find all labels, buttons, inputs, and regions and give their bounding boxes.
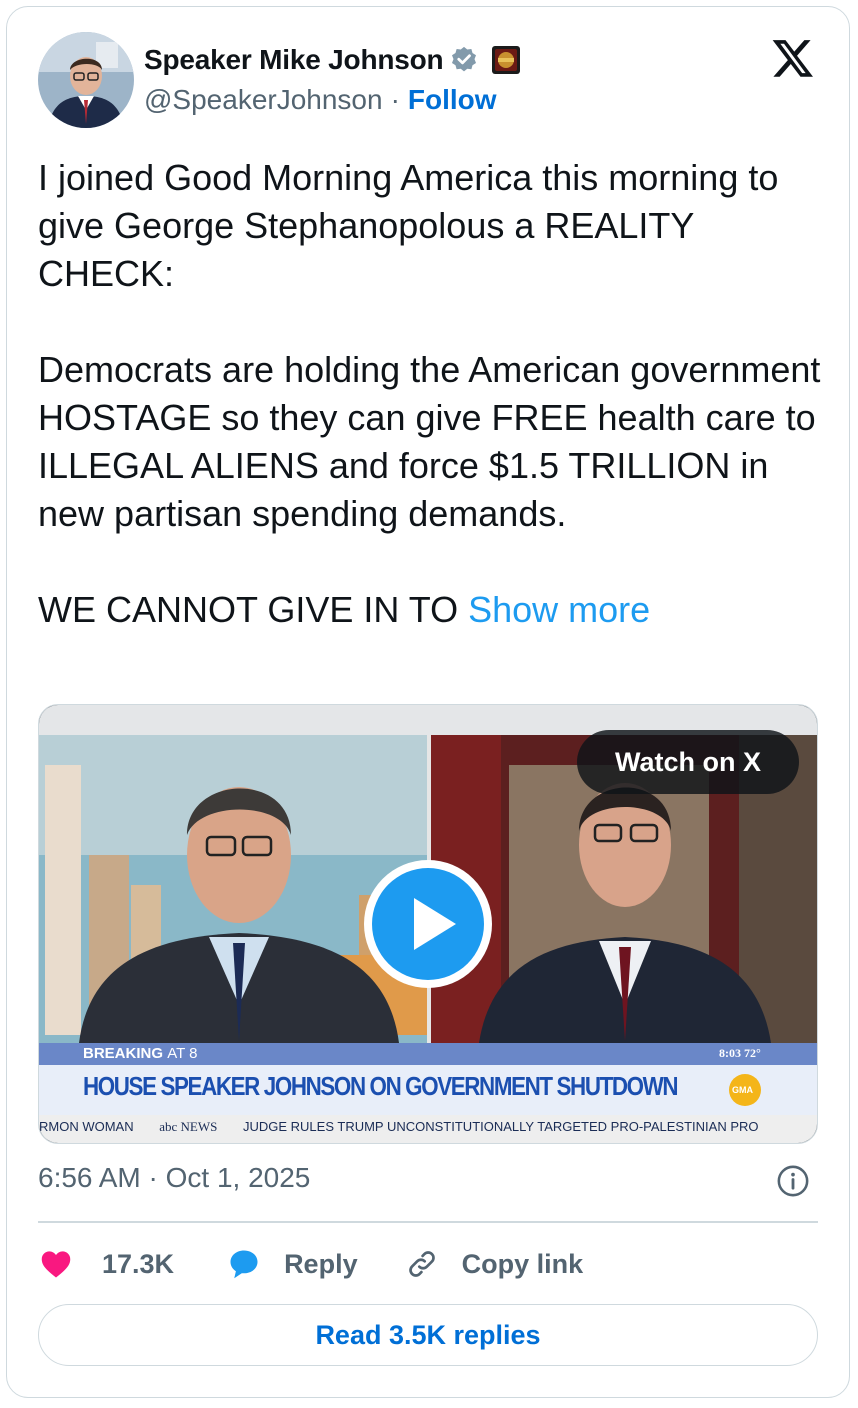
tweet-body: I joined Good Morning America this morni… — [38, 157, 821, 630]
clock-label: 8:03 72° — [719, 1046, 761, 1061]
like-count: 17.3K — [102, 1248, 175, 1279]
divider — [38, 1221, 818, 1223]
reply-button[interactable]: Reply — [226, 1246, 358, 1282]
play-icon[interactable] — [360, 856, 496, 992]
breaking-label: BREAKING AT 8 — [83, 1045, 197, 1062]
heart-icon — [41, 1251, 71, 1278]
link-icon — [408, 1251, 435, 1277]
tweet-text: I joined Good Morning America this morni… — [38, 154, 828, 634]
watch-on-x-button[interactable]: Watch on X — [577, 730, 799, 794]
info-icon[interactable] — [776, 1164, 810, 1198]
ticker-network: abc NEWS — [159, 1119, 218, 1134]
ticker-right: JUDGE RULES TRUMP UNCONSTITUTIONALLY TAR… — [242, 1119, 759, 1134]
affiliation-badge-icon[interactable] — [491, 45, 521, 75]
reply-label: Reply — [284, 1248, 358, 1279]
author-handle-row: @SpeakerJohnson · Follow — [144, 84, 497, 116]
news-ticker: RMON WOMAN abc NEWS JUDGE RULES TRUMP UN… — [39, 1119, 817, 1135]
like-button[interactable]: 17.3K — [38, 1246, 174, 1282]
clock-text: 8:03 — [719, 1046, 741, 1060]
author-name[interactable]: Speaker Mike Johnson — [144, 44, 444, 76]
temperature-text: 72° — [744, 1046, 761, 1060]
x-logo-icon[interactable] — [770, 36, 816, 80]
follow-button[interactable]: Follow — [408, 84, 497, 116]
verified-badge-icon — [452, 46, 477, 72]
headline-text: HOUSE SPEAKER JOHNSON ON GOVERNMENT SHUT… — [83, 1071, 679, 1101]
reply-bubble-icon — [230, 1250, 258, 1279]
breaking-text: BREAKING — [83, 1045, 164, 1062]
action-bar: 17.3K Reply Copy link — [38, 1240, 583, 1288]
read-replies-button[interactable]: Read 3.5K replies — [38, 1304, 818, 1366]
avatar-photo — [38, 32, 134, 128]
avatar[interactable] — [38, 32, 134, 128]
copy-link-label: Copy link — [461, 1248, 584, 1279]
ticker-left: RMON WOMAN — [39, 1119, 134, 1134]
show-more-link[interactable]: Show more — [468, 589, 650, 630]
author-name-row: Speaker Mike Johnson — [144, 42, 521, 78]
gma-logo: GMA — [732, 1085, 753, 1095]
copy-link-button[interactable]: Copy link — [404, 1246, 584, 1282]
separator-dot: · — [390, 84, 400, 115]
breaking-time: AT 8 — [167, 1045, 198, 1062]
author-handle[interactable]: @SpeakerJohnson — [144, 84, 383, 116]
tweet-timestamp[interactable]: 6:56 AM · Oct 1, 2025 — [38, 1162, 310, 1194]
